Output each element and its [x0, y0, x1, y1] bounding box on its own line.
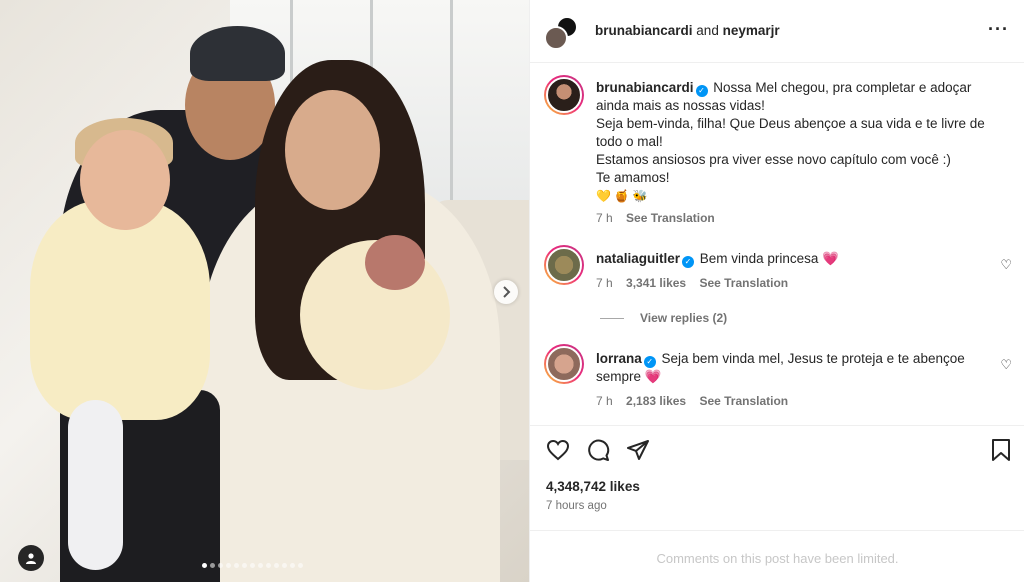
comment-icon[interactable]	[586, 438, 610, 462]
share-icon[interactable]	[626, 438, 650, 462]
post-authors: brunabiancardi and neymarjr	[595, 23, 780, 38]
comment-text: Bem vinda princesa 💗	[699, 251, 839, 266]
caption-line: Estamos ansiosos pra viver esse novo cap…	[596, 152, 951, 167]
carousel-dot	[218, 563, 223, 568]
comment: nataliaguitler ✓ Bem vinda princesa 💗	[596, 251, 839, 268]
collab-avatars[interactable]	[544, 16, 580, 50]
carousel-dot	[298, 563, 303, 568]
caption-meta: 7 h See Translation	[596, 211, 725, 225]
caption-time: 7 h	[596, 211, 613, 225]
comment-avatar[interactable]	[544, 245, 584, 285]
comment-time: 7 h	[596, 394, 613, 408]
comment-meta: 7 h 3,341 likes See Translation	[596, 276, 798, 290]
post-actions: 4,348,742 likes 7 hours ago	[530, 425, 1024, 535]
comment-like-heart-icon[interactable]: ♡	[1000, 357, 1012, 373]
carousel-dot	[234, 563, 239, 568]
carousel-dot	[242, 563, 247, 568]
comment-time: 7 h	[596, 276, 613, 290]
carousel-dot	[266, 563, 271, 568]
photo-mother-face	[285, 90, 380, 210]
comment-username[interactable]: lorrana	[596, 351, 642, 366]
avatar	[544, 26, 568, 50]
comments-limited-notice: Comments on this post have been limited.	[530, 530, 1024, 582]
verified-badge-icon: ✓	[695, 85, 708, 97]
caption-username[interactable]: brunabiancardi	[596, 80, 694, 95]
see-translation-link[interactable]: See Translation	[626, 211, 715, 225]
like-count[interactable]: 4,348,742 likes	[546, 479, 640, 494]
photo-father-cap	[190, 26, 285, 81]
comment-like-heart-icon[interactable]: ♡	[1000, 257, 1012, 273]
post-header: brunabiancardi and neymarjr ···	[530, 0, 1024, 63]
post-timestamp[interactable]: 7 hours ago	[546, 500, 607, 512]
carousel-dot	[250, 563, 255, 568]
post-caption: brunabiancardi ✓ Nossa Mel chegou, pra co…	[596, 79, 1006, 205]
comment-likes[interactable]: 3,341 likes	[626, 276, 686, 290]
photo-toddler-legs	[68, 400, 123, 570]
photo-toddler-face	[80, 130, 170, 230]
comment-username[interactable]: nataliaguitler	[596, 251, 680, 266]
comment: lorrana ✓ Seja bem vinda mel, Jesus te pr…	[596, 350, 976, 386]
carousel-dot	[210, 563, 215, 568]
chevron-right-icon	[503, 286, 511, 298]
carousel-dot	[282, 563, 287, 568]
comment-meta: 7 h 2,183 likes See Translation	[596, 394, 798, 408]
instagram-post-modal: brunabiancardi and neymarjr ··· brunabia…	[0, 0, 1024, 582]
comment-avatar[interactable]	[544, 344, 584, 384]
coauthor-link[interactable]: neymarjr	[723, 23, 780, 38]
caption-emojis: 💛 🍯 🐝	[596, 189, 648, 203]
carousel-dot	[202, 563, 207, 568]
caption-avatar[interactable]	[544, 75, 584, 115]
comment-likes[interactable]: 2,183 likes	[626, 394, 686, 408]
see-translation-link[interactable]: See Translation	[699, 276, 788, 290]
photo-newborn-face	[365, 235, 425, 290]
verified-badge-icon: ✓	[643, 356, 656, 368]
more-horizontal-icon[interactable]: ···	[988, 20, 1009, 38]
caption-line: Seja bem-vinda, filha! Que Deus abençoe …	[596, 116, 985, 149]
carousel-dot	[258, 563, 263, 568]
carousel-indicator	[202, 563, 303, 568]
bookmark-icon[interactable]	[990, 438, 1012, 462]
post-photo[interactable]	[0, 0, 529, 582]
view-replies-button[interactable]: View replies (2)	[600, 311, 727, 325]
carousel-next-button[interactable]	[494, 280, 518, 304]
user-icon	[26, 553, 36, 564]
caption-line: Te amamos!	[596, 170, 670, 185]
authors-connector: and	[696, 23, 719, 38]
carousel-dot	[226, 563, 231, 568]
heart-icon[interactable]	[546, 438, 570, 462]
verified-badge-icon: ✓	[682, 256, 695, 268]
photo-toddler	[30, 200, 210, 420]
post-details-panel: brunabiancardi and neymarjr ··· brunabia…	[529, 0, 1024, 582]
see-translation-link[interactable]: See Translation	[699, 394, 788, 408]
author-link[interactable]: brunabiancardi	[595, 23, 693, 38]
tagged-users-button[interactable]	[18, 545, 44, 571]
carousel-dot	[290, 563, 295, 568]
carousel-dot	[274, 563, 279, 568]
